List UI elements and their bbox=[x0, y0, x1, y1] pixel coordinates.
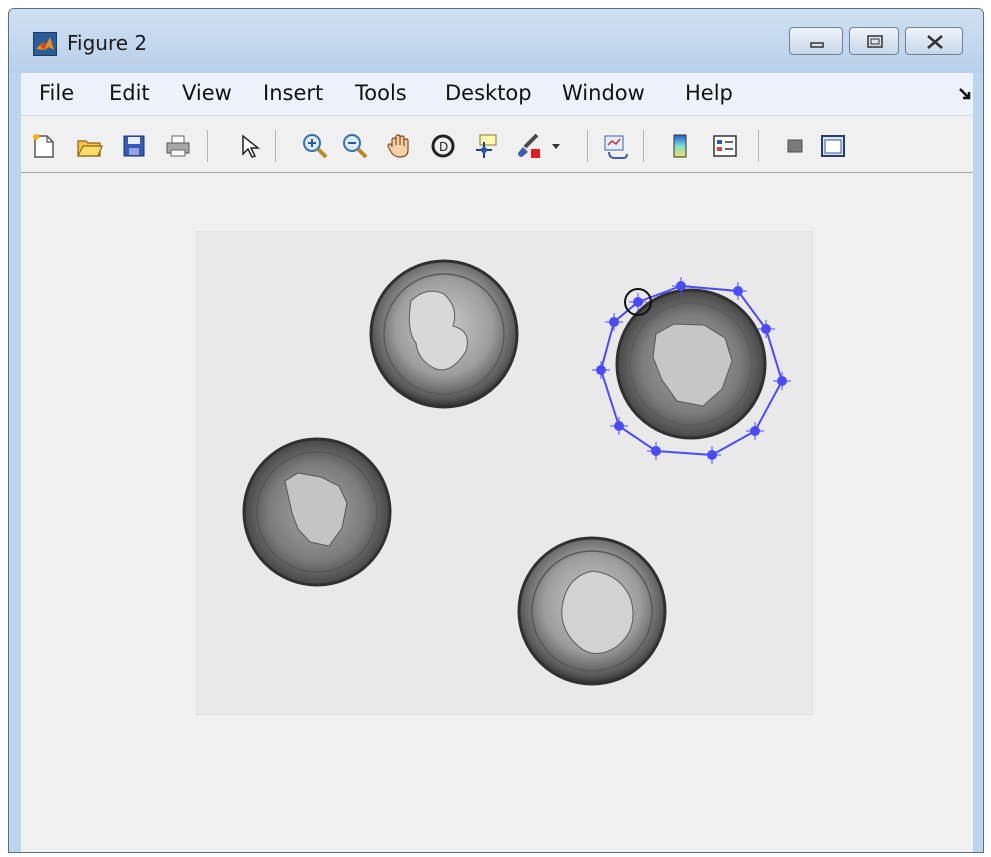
matlab-icon bbox=[33, 32, 57, 56]
save-icon[interactable] bbox=[120, 132, 148, 160]
menu-tools[interactable]: Tools bbox=[355, 81, 407, 105]
close-button[interactable] bbox=[905, 27, 963, 55]
figure-toolbar: D bbox=[21, 116, 973, 173]
toolbar-separator bbox=[207, 130, 208, 162]
coin-bottom bbox=[517, 536, 667, 686]
rotate-3d-icon[interactable]: D bbox=[429, 132, 457, 160]
menu-file[interactable]: File bbox=[39, 81, 74, 105]
toolbar-separator bbox=[275, 130, 276, 162]
coin-top-left bbox=[369, 259, 519, 409]
brush-dropdown-icon[interactable] bbox=[549, 132, 563, 160]
toolbar-separator bbox=[758, 130, 759, 162]
restore-button[interactable] bbox=[849, 27, 899, 55]
minimize-button[interactable] bbox=[789, 27, 843, 55]
menu-window[interactable]: Window bbox=[562, 81, 645, 105]
print-icon[interactable] bbox=[164, 132, 192, 160]
coin-left bbox=[242, 437, 392, 587]
colorbar-icon[interactable] bbox=[666, 132, 694, 160]
dock-arrow-icon[interactable] bbox=[958, 87, 972, 106]
show-plot-tools-icon[interactable] bbox=[819, 132, 847, 160]
title-bar[interactable]: Figure 2 bbox=[9, 9, 983, 73]
zoom-out-icon[interactable] bbox=[341, 132, 369, 160]
zoom-in-icon[interactable] bbox=[301, 132, 329, 160]
open-file-icon[interactable] bbox=[75, 132, 103, 160]
pan-hand-icon[interactable] bbox=[385, 132, 413, 160]
menu-help[interactable]: Help bbox=[685, 81, 733, 105]
link-plot-icon[interactable] bbox=[601, 132, 629, 160]
coins-image[interactable] bbox=[196, 231, 813, 715]
figure-client-area: File Edit View Insert Tools Desktop Wind… bbox=[21, 73, 973, 852]
brush-icon[interactable] bbox=[515, 132, 543, 160]
menu-desktop[interactable]: Desktop bbox=[445, 81, 532, 105]
svg-text:D: D bbox=[439, 140, 448, 154]
menu-bar: File Edit View Insert Tools Desktop Wind… bbox=[21, 73, 973, 116]
hide-plot-tools-icon[interactable] bbox=[781, 132, 809, 160]
coin-roi bbox=[615, 288, 767, 440]
legend-icon[interactable] bbox=[711, 132, 739, 160]
edit-plot-pointer-icon[interactable] bbox=[235, 132, 263, 160]
window-title: Figure 2 bbox=[67, 31, 148, 55]
figure-canvas bbox=[21, 173, 973, 852]
menu-insert[interactable]: Insert bbox=[263, 81, 323, 105]
menu-edit[interactable]: Edit bbox=[109, 81, 150, 105]
toolbar-separator bbox=[587, 130, 588, 162]
figure-window: Figure 2 File Edit View Insert Tools Des… bbox=[8, 8, 984, 853]
toolbar-separator bbox=[643, 130, 644, 162]
data-cursor-icon[interactable] bbox=[472, 132, 500, 160]
new-figure-icon[interactable] bbox=[29, 132, 57, 160]
menu-view[interactable]: View bbox=[182, 81, 232, 105]
